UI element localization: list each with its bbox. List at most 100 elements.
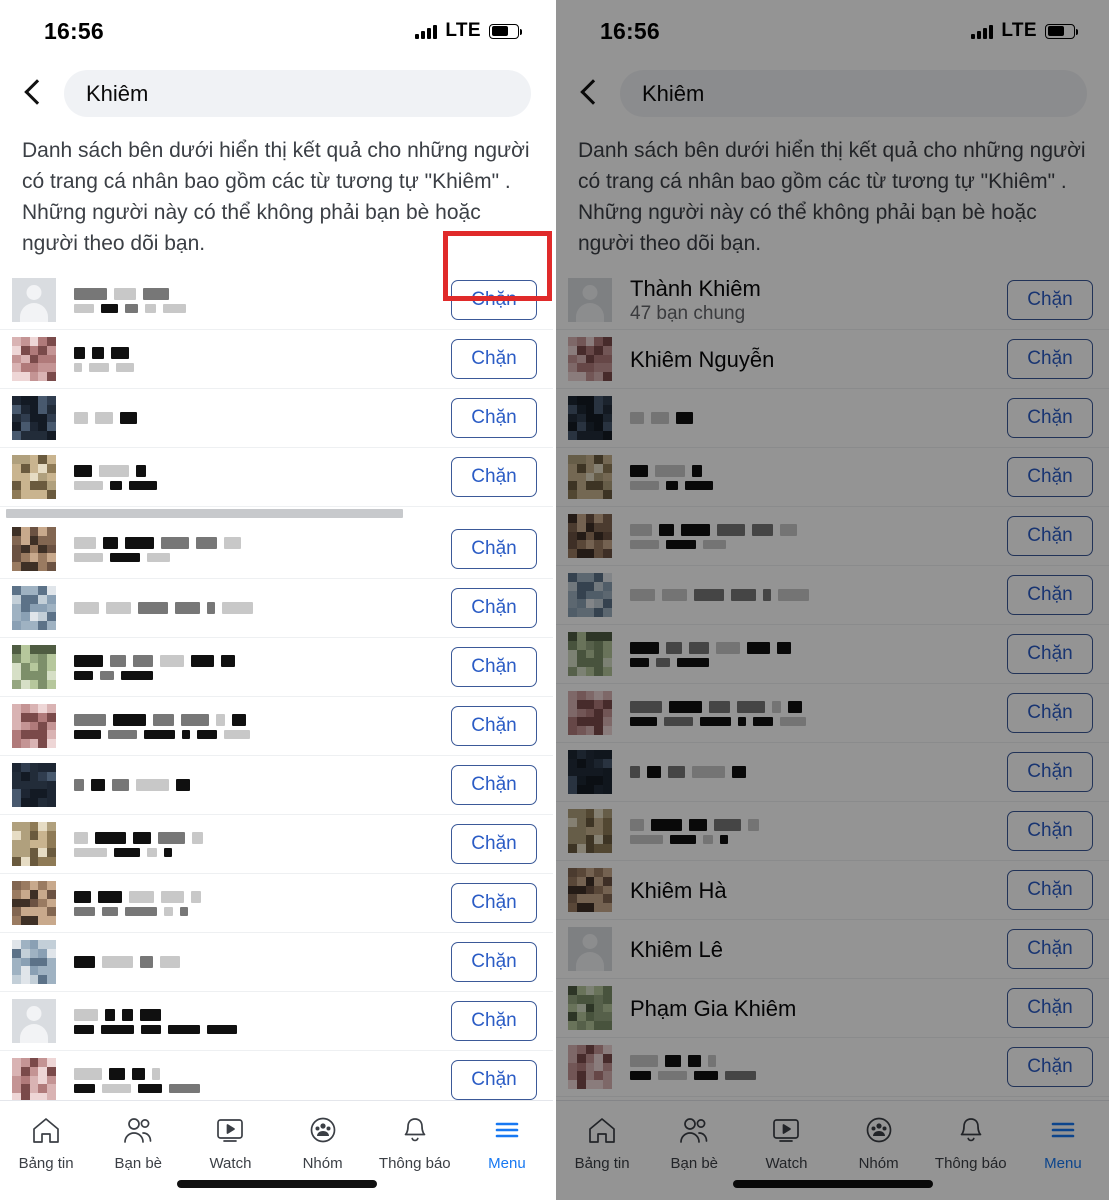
avatar xyxy=(12,822,56,866)
battery-icon xyxy=(489,23,523,39)
nav-item-bạn-bè[interactable]: Bạn bè xyxy=(92,1113,184,1172)
list-item[interactable]: Chặn xyxy=(0,756,553,815)
list-item-text xyxy=(74,278,433,322)
block-button[interactable]: Chặn xyxy=(451,529,537,569)
list-item[interactable]: Chặn xyxy=(0,579,553,638)
list-item[interactable]: Chặn xyxy=(556,625,1109,684)
list-item[interactable]: Chặn xyxy=(0,992,553,1051)
list-item-text xyxy=(74,337,433,381)
nav-item-nhóm[interactable]: Nhóm xyxy=(833,1113,925,1172)
nav-item-bảng-tin[interactable]: Bảng tin xyxy=(556,1113,648,1172)
block-button[interactable]: Chặn xyxy=(451,942,537,982)
list-item[interactable]: Chặn xyxy=(556,684,1109,743)
list-item[interactable]: Chặn xyxy=(556,743,1109,802)
nav-item-menu[interactable]: Menu xyxy=(461,1113,553,1172)
block-button[interactable]: Chặn xyxy=(1007,1047,1093,1087)
block-button[interactable]: Chặn xyxy=(451,280,537,320)
avatar xyxy=(568,632,612,676)
list-item[interactable]: Khiêm Nguyễn Chặn xyxy=(556,330,1109,389)
nav-item-menu[interactable]: Menu xyxy=(1017,1113,1109,1172)
scroll-indicator[interactable] xyxy=(6,509,403,518)
bell-icon xyxy=(954,1113,988,1149)
block-button[interactable]: Chặn xyxy=(1007,516,1093,556)
block-button[interactable]: Chặn xyxy=(1007,575,1093,615)
list-item[interactable]: Chặn xyxy=(0,874,553,933)
search-input[interactable]: Khiêm xyxy=(64,70,531,117)
groups-icon xyxy=(306,1113,340,1149)
list-item[interactable]: Khiêm Lê Chặn xyxy=(556,920,1109,979)
block-button[interactable]: Chặn xyxy=(1007,752,1093,792)
list-item[interactable]: Chặn xyxy=(0,389,553,448)
redacted-name xyxy=(630,396,989,440)
list-item[interactable]: Phạm Gia Khiêm Chặn xyxy=(556,979,1109,1038)
block-button[interactable]: Chặn xyxy=(451,339,537,379)
block-button[interactable]: Chặn xyxy=(1007,988,1093,1028)
block-button[interactable]: Chặn xyxy=(451,883,537,923)
nav-item-bạn-bè[interactable]: Bạn bè xyxy=(648,1113,740,1172)
avatar xyxy=(12,1058,56,1102)
list-item-text xyxy=(74,586,433,630)
nav-item-bảng-tin[interactable]: Bảng tin xyxy=(0,1113,92,1172)
network-type-label: LTE xyxy=(445,20,481,41)
home-indicator xyxy=(176,1180,377,1188)
redacted-name xyxy=(74,527,433,571)
list-item[interactable]: Chặn xyxy=(556,507,1109,566)
list-item[interactable]: Chặn xyxy=(0,330,553,389)
block-button[interactable]: Chặn xyxy=(1007,280,1093,320)
list-item[interactable]: Thành Khiêm 47 bạn chung Chặn xyxy=(556,271,1109,330)
block-button[interactable]: Chặn xyxy=(451,824,537,864)
block-button[interactable]: Chặn xyxy=(451,765,537,805)
list-item[interactable]: Chặn xyxy=(0,271,553,330)
redacted-name xyxy=(630,573,989,617)
block-button[interactable]: Chặn xyxy=(451,1001,537,1041)
list-item-text xyxy=(630,514,989,558)
list-item-text xyxy=(74,645,433,689)
hamburger-menu-icon xyxy=(1046,1113,1080,1149)
block-button[interactable]: Chặn xyxy=(1007,339,1093,379)
nav-item-watch[interactable]: Watch xyxy=(184,1113,276,1172)
nav-item-watch[interactable]: Watch xyxy=(740,1113,832,1172)
block-button[interactable]: Chặn xyxy=(1007,398,1093,438)
list-item[interactable]: Chặn xyxy=(0,933,553,992)
status-time: 16:56 xyxy=(600,17,660,44)
watch-play-icon xyxy=(769,1113,803,1149)
block-button[interactable]: Chặn xyxy=(1007,929,1093,969)
status-indicators: LTE xyxy=(415,20,523,42)
block-button[interactable]: Chặn xyxy=(1007,693,1093,733)
nav-item-thông-báo[interactable]: Thông báo xyxy=(369,1113,461,1172)
list-item[interactable]: Chặn xyxy=(556,1038,1109,1097)
nav-item-nhóm[interactable]: Nhóm xyxy=(277,1113,369,1172)
block-button[interactable]: Chặn xyxy=(1007,811,1093,851)
redacted-name xyxy=(630,632,989,676)
block-button[interactable]: Chặn xyxy=(451,706,537,746)
list-item[interactable]: Khiêm Hà Chặn xyxy=(556,861,1109,920)
search-input[interactable]: Khiêm xyxy=(620,70,1087,117)
search-header-right: Khiêm xyxy=(556,62,1109,131)
list-item[interactable]: Chặn xyxy=(556,802,1109,861)
list-item[interactable]: Chặn xyxy=(556,448,1109,507)
redacted-name xyxy=(74,704,433,748)
block-button[interactable]: Chặn xyxy=(451,457,537,497)
back-chevron-icon[interactable] xyxy=(578,77,604,111)
block-button[interactable]: Chặn xyxy=(451,398,537,438)
nav-item-label: Nhóm xyxy=(302,1155,343,1172)
list-item-text xyxy=(74,763,433,807)
nav-item-thông-báo[interactable]: Thông báo xyxy=(925,1113,1017,1172)
list-item[interactable]: Chặn xyxy=(0,697,553,756)
back-chevron-icon[interactable] xyxy=(22,77,48,111)
list-item-text xyxy=(630,809,989,853)
block-button[interactable]: Chặn xyxy=(451,588,537,628)
block-button[interactable]: Chặn xyxy=(1007,457,1093,497)
block-button[interactable]: Chặn xyxy=(1007,634,1093,674)
redacted-name xyxy=(74,645,433,689)
list-item[interactable]: Chặn xyxy=(0,638,553,697)
list-item[interactable]: Chặn xyxy=(0,520,553,579)
block-button[interactable]: Chặn xyxy=(451,1060,537,1100)
block-button[interactable]: Chặn xyxy=(451,647,537,687)
list-item[interactable]: Chặn xyxy=(0,815,553,874)
list-item[interactable]: Chặn xyxy=(556,389,1109,448)
block-button[interactable]: Chặn xyxy=(1007,870,1093,910)
watch-play-icon xyxy=(213,1113,247,1149)
list-item[interactable]: Chặn xyxy=(0,448,553,507)
list-item[interactable]: Chặn xyxy=(556,566,1109,625)
